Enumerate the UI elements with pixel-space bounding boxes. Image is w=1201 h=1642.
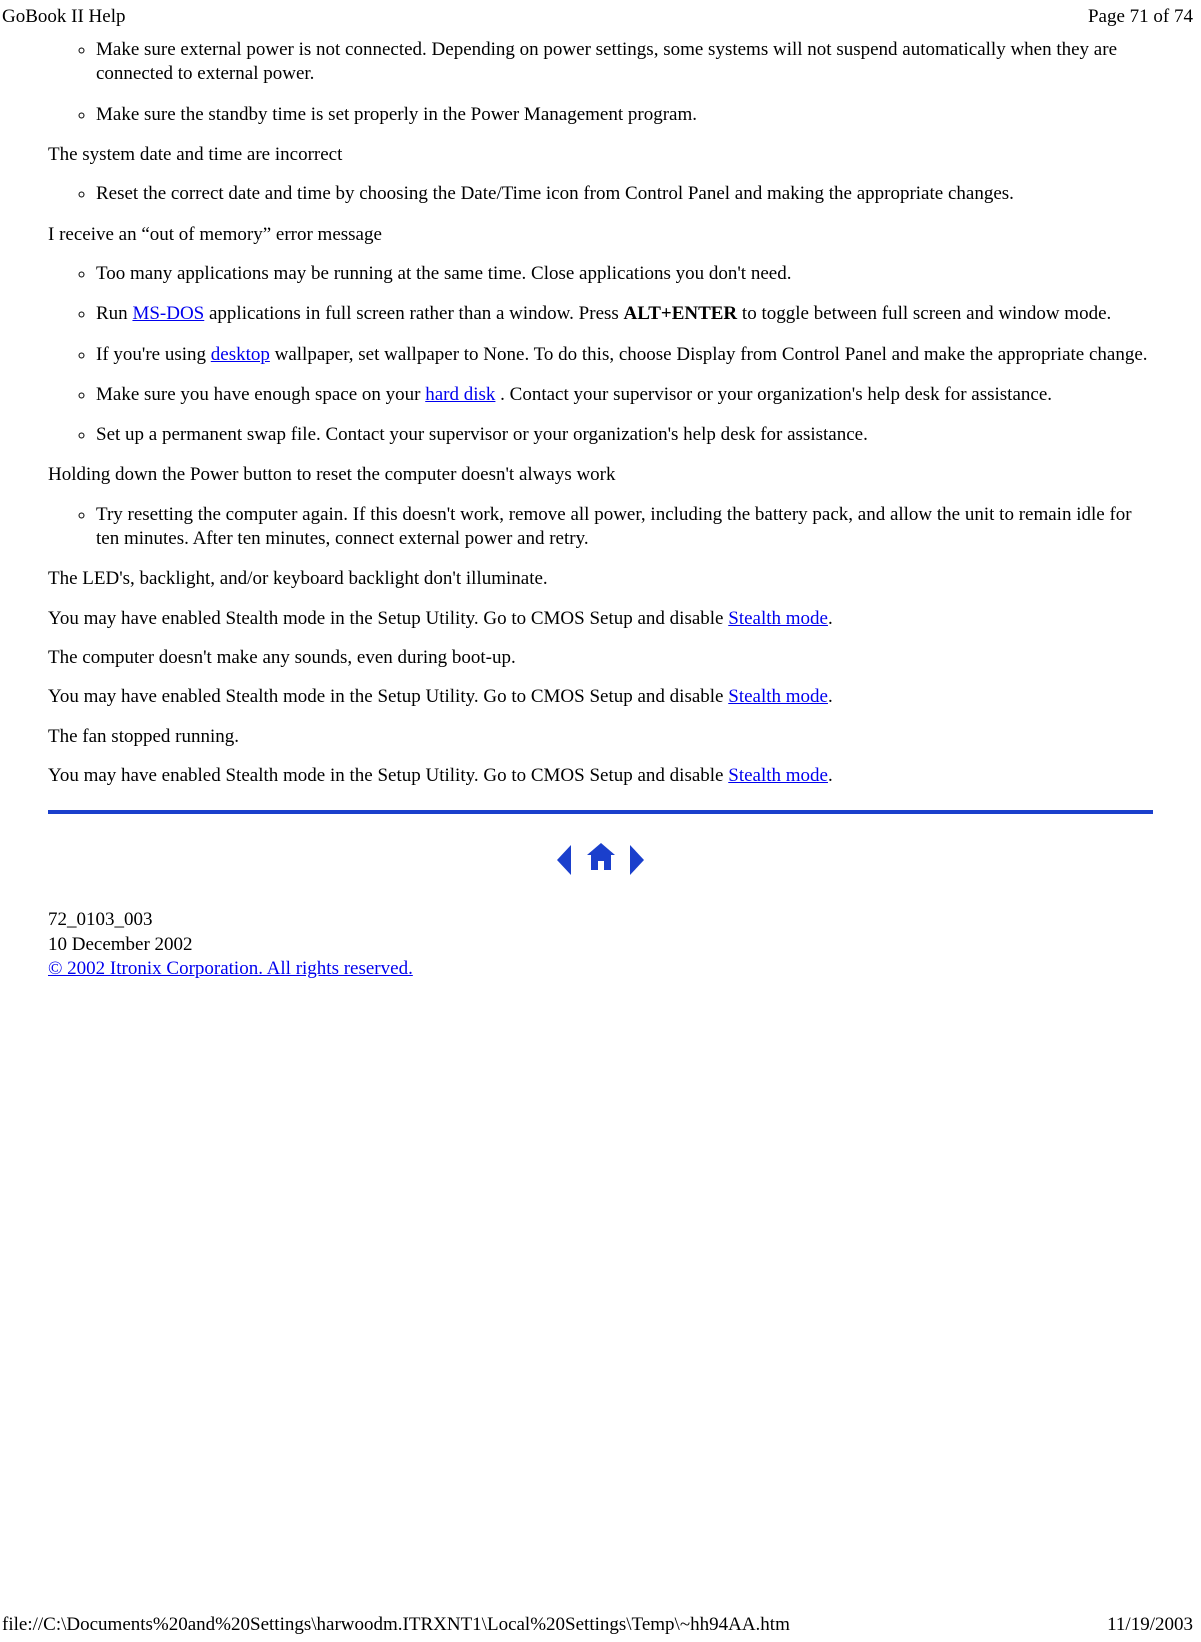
nav-home-icon[interactable] — [584, 840, 618, 880]
text: to toggle between full screen and window… — [737, 303, 1111, 324]
nav-icons — [48, 840, 1153, 880]
list-section-3: Too many applications may be running at … — [48, 262, 1153, 448]
list-item: Too many applications may be running at … — [96, 262, 1153, 286]
header-title: GoBook II Help — [2, 6, 125, 28]
text-bold: ALT+ENTER — [624, 303, 738, 324]
document-content: Make sure external power is not connecte… — [0, 28, 1201, 1001]
paragraph: You may have enabled Stealth mode in the… — [48, 685, 1153, 709]
list-item: Make sure the standby time is set proper… — [96, 103, 1153, 127]
paragraph: The computer doesn't make any sounds, ev… — [48, 646, 1153, 670]
text: . Contact your supervisor or your organi… — [495, 384, 1052, 405]
link-copyright[interactable]: © 2002 Itronix Corporation. All rights r… — [48, 958, 413, 979]
list-section-2: Reset the correct date and time by choos… — [48, 182, 1153, 206]
paragraph: You may have enabled Stealth mode in the… — [48, 607, 1153, 631]
text: You may have enabled Stealth mode in the… — [48, 608, 728, 629]
list-item: Run MS-DOS applications in full screen r… — [96, 302, 1153, 326]
link-ms-dos[interactable]: MS-DOS — [132, 303, 204, 324]
text: wallpaper, set wallpaper to None. To do … — [270, 344, 1148, 365]
text: applications in full screen rather than … — [204, 303, 623, 324]
list-item: Reset the correct date and time by choos… — [96, 182, 1153, 206]
footer-file-path: file://C:\Documents%20and%20Settings\har… — [2, 1614, 790, 1636]
link-stealth-mode[interactable]: Stealth mode — [728, 608, 828, 629]
doc-footer: 72_0103_003 10 December 2002 © 2002 Itro… — [48, 908, 1153, 981]
text: You may have enabled Stealth mode in the… — [48, 686, 728, 707]
text: . — [828, 686, 833, 707]
list-section-1: Make sure external power is not connecte… — [48, 38, 1153, 127]
nav-prev-icon[interactable] — [557, 845, 571, 875]
list-item: If you're using desktop wallpaper, set w… — [96, 343, 1153, 367]
paragraph: The fan stopped running. — [48, 725, 1153, 749]
text: Run — [96, 303, 132, 324]
list-item: Make sure external power is not connecte… — [96, 38, 1153, 87]
footer-date: 11/19/2003 — [1107, 1614, 1193, 1636]
doc-id: 72_0103_003 — [48, 908, 1153, 932]
link-desktop[interactable]: desktop — [211, 344, 270, 365]
paragraph: The LED's, backlight, and/or keyboard ba… — [48, 567, 1153, 591]
list-section-4: Try resetting the computer again. If thi… — [48, 503, 1153, 552]
divider — [48, 810, 1153, 814]
section-heading: Holding down the Power button to reset t… — [48, 463, 1153, 487]
section-heading: I receive an “out of memory” error messa… — [48, 223, 1153, 247]
text: . — [828, 765, 833, 786]
list-item: Try resetting the computer again. If thi… — [96, 503, 1153, 552]
text: . — [828, 608, 833, 629]
nav-next-icon[interactable] — [630, 845, 644, 875]
header-page-info: Page 71 of 74 — [1088, 6, 1193, 28]
link-stealth-mode[interactable]: Stealth mode — [728, 765, 828, 786]
text: You may have enabled Stealth mode in the… — [48, 765, 728, 786]
text: If you're using — [96, 344, 211, 365]
list-item: Make sure you have enough space on your … — [96, 383, 1153, 407]
paragraph: You may have enabled Stealth mode in the… — [48, 764, 1153, 788]
link-hard-disk[interactable]: hard disk — [425, 384, 495, 405]
text: Make sure you have enough space on your — [96, 384, 425, 405]
section-heading: The system date and time are incorrect — [48, 143, 1153, 167]
list-item: Set up a permanent swap file. Contact yo… — [96, 423, 1153, 447]
doc-date: 10 December 2002 — [48, 933, 1153, 957]
link-stealth-mode[interactable]: Stealth mode — [728, 686, 828, 707]
